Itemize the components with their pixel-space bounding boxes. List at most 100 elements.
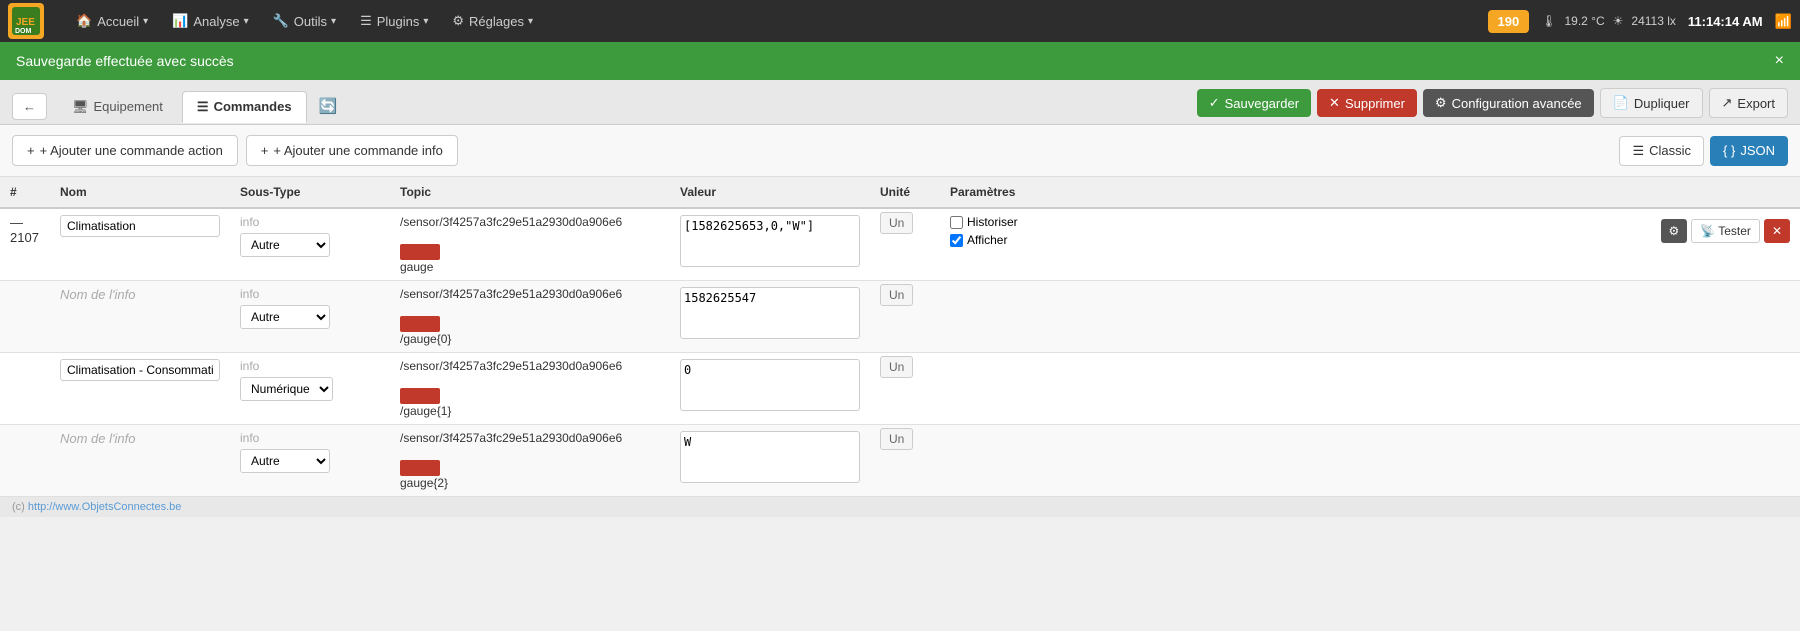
tabs-row: ← 🖥 Equipement ☰ Commandes 🔄 ✓ Sauvegard… (0, 80, 1800, 125)
save-icon: ✓ (1209, 95, 1220, 111)
topic-path: /sensor/3f4257a3fc29e51a2930d0a906e6 (400, 431, 660, 445)
historiser-checkbox[interactable] (950, 216, 963, 229)
cell-name: Nom de l'info (50, 281, 230, 353)
notification-badge[interactable]: 190 (1488, 10, 1530, 33)
topic-suffix: gauge{2} (400, 476, 660, 490)
export-button[interactable]: ↗ Export (1709, 88, 1788, 118)
success-message: Sauvegarde effectuée avec succès (16, 53, 234, 69)
row-delete-button[interactable]: ✕ (1764, 219, 1790, 243)
valeur-input[interactable]: W (680, 431, 860, 483)
valeur-input[interactable]: 0 (680, 359, 860, 411)
analyse-caret: ▾ (244, 16, 249, 27)
export-icon: ↗ (1722, 95, 1733, 111)
topic-path: /sensor/3f4257a3fc29e51a2930d0a906e6 (400, 287, 660, 301)
success-notification: Sauvegarde effectuée avec succès × (0, 42, 1800, 80)
nav-plugins[interactable]: ☰ Plugins ▾ (348, 0, 440, 42)
table-row: —2107 info Autre /sensor/3f4257a3fc29e51… (0, 208, 1800, 281)
svg-text:JEE: JEE (16, 17, 35, 28)
topic-suffix: gauge (400, 260, 660, 274)
duplicate-button[interactable]: 📄 Dupliquer (1600, 88, 1703, 118)
afficher-label: Afficher (950, 233, 1018, 247)
refresh-button[interactable]: 🔄 (311, 92, 346, 120)
cell-valeur: W (670, 425, 870, 497)
top-navigation: JEE DOM 🏠 Accueil ▾ 📊 Analyse ▾ 🔧 Outils… (0, 0, 1800, 42)
reglages-icon: ⚙ (452, 13, 464, 29)
accueil-caret: ▾ (143, 16, 148, 27)
topic-redbox (400, 388, 440, 404)
classic-view-button[interactable]: ☰ Classic (1619, 136, 1704, 166)
cell-sous-type: info Numérique (230, 353, 390, 425)
topic-suffix: /gauge{1} (400, 404, 660, 418)
cell-unite: Un (870, 208, 940, 281)
delete-button[interactable]: ✕ Supprimer (1317, 89, 1417, 117)
config-icon: ⚙ (1435, 95, 1447, 111)
table-row: info Numérique /sensor/3f4257a3fc29e51a2… (0, 353, 1800, 425)
back-button[interactable]: ← (12, 93, 47, 120)
cell-valeur: [1582625653,0,"W"] (670, 208, 870, 281)
home-icon: 🏠 (76, 13, 92, 29)
commands-table-area: # Nom Sous-Type Topic Valeur Unité Param… (0, 177, 1800, 497)
add-info-command-button[interactable]: + + Ajouter une commande info (246, 135, 458, 166)
gear-button[interactable]: ⚙ (1661, 219, 1688, 243)
commands-table: # Nom Sous-Type Topic Valeur Unité Param… (0, 177, 1800, 497)
unite-value: Un (880, 284, 913, 306)
topic-redbox (400, 316, 440, 332)
tester-button[interactable]: 📡 Tester (1691, 219, 1760, 243)
cell-name: Nom de l'info (50, 425, 230, 497)
commands-action-row: + + Ajouter une commande action + + Ajou… (0, 125, 1800, 177)
advanced-config-button[interactable]: ⚙ Configuration avancée (1423, 89, 1594, 117)
cell-topic: /sensor/3f4257a3fc29e51a2930d0a906e6 gau… (390, 208, 670, 281)
action-buttons: ✓ Sauvegarder ✕ Supprimer ⚙ Configuratio… (1197, 88, 1788, 124)
tab-commandes[interactable]: ☰ Commandes (182, 91, 307, 123)
nav-reglages[interactable]: ⚙ Réglages ▾ (440, 0, 545, 42)
cell-topic: /sensor/3f4257a3fc29e51a2930d0a906e6 /ga… (390, 353, 670, 425)
temperature-value: 19.2 °C (1564, 14, 1604, 28)
sous-type-select[interactable]: Autre (240, 449, 330, 473)
json-view-button[interactable]: { } JSON (1710, 136, 1788, 166)
col-unite: Unité (870, 177, 940, 208)
cell-hash (0, 281, 50, 353)
close-notification-button[interactable]: × (1775, 52, 1784, 70)
topic-suffix: /gauge{0} (400, 332, 660, 346)
svg-text:DOM: DOM (15, 28, 32, 35)
topic-redbox (400, 460, 440, 476)
cell-params: Historiser Afficher ⚙ 📡 Tester ✕ (940, 208, 1800, 281)
name-input[interactable] (60, 215, 220, 237)
nav-outils[interactable]: 🔧 Outils ▾ (261, 0, 348, 42)
sous-type-select[interactable]: Autre (240, 233, 330, 257)
cell-valeur: 1582625547 (670, 281, 870, 353)
outils-icon: 🔧 (273, 13, 289, 29)
logo[interactable]: JEE DOM (8, 3, 48, 39)
cell-name (50, 353, 230, 425)
valeur-input[interactable]: [1582625653,0,"W"] (680, 215, 860, 267)
reglages-caret: ▾ (528, 16, 533, 27)
cell-params (940, 281, 1800, 353)
save-button[interactable]: ✓ Sauvegarder (1197, 89, 1311, 117)
cell-valeur: 0 (670, 353, 870, 425)
afficher-checkbox[interactable] (950, 234, 963, 247)
plugins-icon: ☰ (360, 13, 372, 29)
light-icon: ☀ (1613, 14, 1624, 28)
plus-icon-action: + (27, 143, 35, 158)
add-action-command-button[interactable]: + + Ajouter une commande action (12, 135, 238, 166)
name-placeholder: Nom de l'info (60, 287, 135, 302)
sous-type-select[interactable]: Numérique (240, 377, 333, 401)
tab-equipement[interactable]: 🖥 Equipement (57, 91, 178, 122)
name-input[interactable] (60, 359, 220, 381)
wifi-icon: 📶 (1775, 13, 1792, 30)
plugins-caret: ▾ (423, 16, 428, 27)
unite-value: Un (880, 428, 913, 450)
col-nom: Nom (50, 177, 230, 208)
cell-params (940, 425, 1800, 497)
equipement-icon: 🖥 (72, 99, 89, 115)
sous-type-select[interactable]: Autre (240, 305, 330, 329)
nav-accueil[interactable]: 🏠 Accueil ▾ (64, 0, 160, 42)
name-placeholder: Nom de l'info (60, 431, 135, 446)
valeur-input[interactable]: 1582625547 (680, 287, 860, 339)
row-minus[interactable]: — (10, 215, 23, 230)
nav-analyse[interactable]: 📊 Analyse ▾ (160, 0, 260, 42)
footer-link[interactable]: http://www.ObjetsConnectes.be (28, 501, 181, 513)
antenna-icon: 📡 (1700, 224, 1715, 238)
topic-path: /sensor/3f4257a3fc29e51a2930d0a906e6 (400, 215, 660, 229)
cell-unite: Un (870, 281, 940, 353)
